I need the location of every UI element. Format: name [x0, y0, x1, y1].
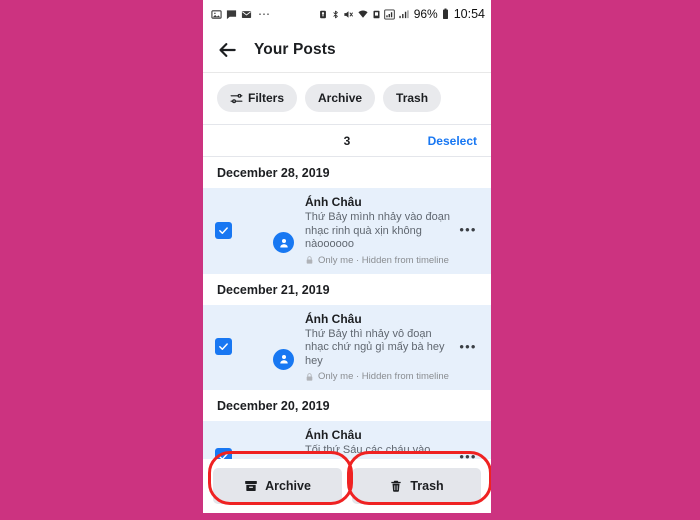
back-arrow-icon[interactable] — [217, 39, 239, 61]
avatar — [246, 206, 296, 256]
lock-icon — [305, 372, 314, 382]
post-meta: Only me · Hidden from timeline — [305, 371, 455, 382]
chip-archive-label: Archive — [318, 91, 363, 105]
filter-chip-bar: Filters Archive Trash — [203, 73, 491, 125]
archive-button[interactable]: Archive — [213, 468, 342, 504]
date-header: December 21, 2019 — [203, 273, 491, 305]
chip-filters[interactable]: Filters — [217, 84, 298, 112]
post-author: Ánh Châu — [305, 195, 362, 209]
profile-badge-icon — [271, 230, 296, 256]
sd-card-icon — [372, 9, 381, 20]
post-author: Ánh Châu — [305, 311, 362, 326]
post-body: Ánh Châu Thứ Bảy mình nhảy vào đoạn nhạc… — [305, 195, 455, 266]
signal-1-icon — [383, 8, 395, 20]
date-header: December 28, 2019 — [203, 157, 491, 188]
wifi-icon — [357, 9, 369, 20]
avatar — [246, 323, 296, 372]
post-text: Thứ Bảy mình nhảy vào đoạn nhạc rinh quà… — [305, 211, 450, 250]
signal-2-icon — [398, 9, 409, 20]
archive-box-icon — [244, 479, 258, 493]
battery-percent-label: 96% — [413, 7, 438, 21]
post-meta: Only me · Hidden from timeline — [305, 255, 455, 266]
status-bar-right-icons: 96% 10:54 — [318, 7, 485, 21]
status-clock: 10:54 — [453, 7, 485, 21]
avatar — [246, 433, 296, 459]
profile-badge-icon — [271, 346, 296, 372]
more-options-icon[interactable]: ••• — [455, 340, 481, 353]
trash-button-label: Trash — [410, 479, 444, 493]
page-title: Your Posts — [254, 41, 336, 58]
post-list[interactable]: December 28, 2019 Ánh Châu Thứ Bảy mình … — [203, 157, 491, 459]
phone-screen: ⋯ 96% 10:54 Your Posts Filters Archive T… — [203, 0, 491, 513]
more-options-icon[interactable]: ••• — [455, 450, 481, 460]
bluetooth-icon — [331, 9, 340, 20]
status-bar: ⋯ 96% 10:54 — [203, 0, 491, 28]
more-options-icon[interactable]: ••• — [455, 223, 481, 236]
deselect-button[interactable]: Deselect — [428, 134, 477, 148]
post-privacy-label: Only me · Hidden from timeline — [318, 371, 449, 382]
email-icon — [241, 9, 252, 20]
battery-icon — [442, 8, 449, 20]
photo-icon — [211, 9, 222, 20]
app-bar: Your Posts — [203, 28, 491, 73]
chip-filters-label: Filters — [248, 91, 285, 105]
lock-icon — [305, 255, 314, 265]
post-row[interactable]: Ánh Châu Tối thứ Sáu các cháu vào đoạn n… — [203, 421, 491, 459]
post-text: Thứ Bảy thì nhảy vô đoạn nhạc chứ ngủ gì… — [305, 327, 445, 367]
status-overflow-dots: ⋯ — [258, 7, 271, 21]
date-header: December 20, 2019 — [203, 390, 491, 421]
post-row[interactable]: Ánh Châu Thứ Bảy mình nhảy vào đoạn nhạc… — [203, 188, 491, 274]
post-author: Ánh Châu — [305, 428, 362, 442]
post-privacy-label: Only me · Hidden from timeline — [318, 254, 449, 266]
post-text: Tối thứ Sáu các cháu vào đoạn nhạc cho m… — [305, 444, 431, 459]
post-body: Ánh Châu Tối thứ Sáu các cháu vào đoạn n… — [305, 428, 455, 459]
post-checkbox[interactable] — [215, 338, 232, 356]
selection-bar: 3 Deselect — [203, 125, 491, 157]
archive-button-label: Archive — [265, 479, 311, 493]
trash-button[interactable]: Trash — [352, 468, 481, 504]
mute-icon — [343, 9, 354, 20]
bottom-action-bar: Archive Trash — [203, 459, 491, 513]
post-checkbox[interactable] — [215, 448, 232, 459]
message-icon — [226, 9, 237, 20]
post-row[interactable]: Ánh Châu Thứ Bảy thì nhảy vô đoạn nhạc c… — [203, 304, 491, 390]
chip-trash-label: Trash — [396, 91, 429, 105]
chip-trash[interactable]: Trash — [383, 84, 442, 112]
vpn-key-icon — [318, 9, 328, 20]
status-bar-left-icons: ⋯ — [211, 7, 271, 21]
post-checkbox[interactable] — [215, 221, 232, 239]
post-body: Ánh Châu Thứ Bảy thì nhảy vô đoạn nhạc c… — [305, 312, 455, 383]
trash-can-icon — [389, 479, 403, 493]
chip-archive[interactable]: Archive — [305, 84, 376, 112]
filters-icon — [230, 92, 243, 105]
